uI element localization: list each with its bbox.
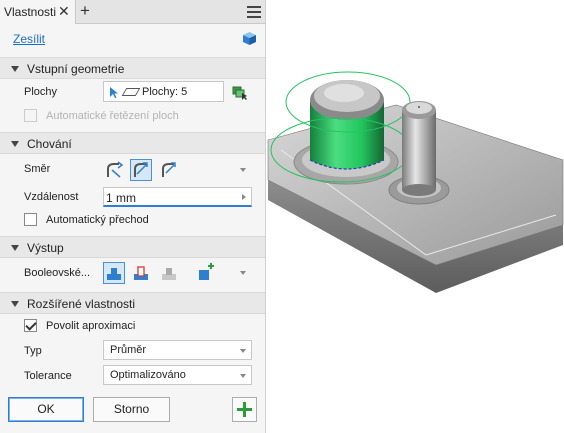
thicken-link[interactable]: Zesílit: [13, 32, 45, 46]
direction-flipped-button[interactable]: [130, 159, 152, 181]
new-solid-button[interactable]: [194, 262, 216, 284]
allow-approx-checkbox[interactable]: [24, 319, 37, 332]
plus-icon: [237, 402, 252, 417]
properties-panel: Vlastnosti ✕ + Zesílit Vstupní geometrie…: [0, 0, 266, 433]
distance-value: 1 mm: [106, 191, 136, 205]
type-dropdown[interactable]: Průměr: [103, 340, 252, 360]
faces-selector[interactable]: Plochy: 5: [103, 81, 224, 102]
chevron-down-icon: [240, 374, 246, 378]
hamburger-menu-icon[interactable]: [247, 6, 261, 18]
direction-symmetric-icon: [162, 162, 176, 177]
chain-select-icon[interactable]: [232, 84, 248, 100]
ok-button[interactable]: OK: [8, 397, 84, 422]
close-icon[interactable]: ✕: [58, 3, 70, 20]
faces-value: Plochy: 5: [142, 86, 188, 98]
part-model: [267, 71, 564, 293]
collapse-triangle-icon: [11, 141, 19, 147]
tolerance-dropdown[interactable]: Optimalizováno: [103, 365, 252, 385]
auto-chain-checkbox[interactable]: [24, 109, 37, 122]
tab-properties-label: Vlastnosti: [4, 5, 57, 19]
direction-label: Směr: [24, 163, 51, 175]
direction-dropdown-arrow-icon[interactable]: [240, 168, 246, 172]
direction-flipped-icon: [134, 162, 148, 177]
cursor-arrow-icon: [110, 87, 118, 98]
section-behavior[interactable]: Chování: [0, 132, 265, 154]
output-dropdown-arrow-icon[interactable]: [240, 271, 246, 275]
auto-blend-label: Automatický přechod: [46, 214, 149, 226]
join-icon: [107, 268, 121, 280]
direction-default-button[interactable]: [103, 159, 125, 181]
type-value: Průměr: [110, 344, 147, 356]
intersect-icon: [162, 268, 176, 280]
allow-approx-label: Povolit aproximaci: [46, 320, 136, 332]
section-advanced-title: Rozšířené vlastnosti: [27, 297, 136, 311]
chevron-down-icon: [240, 349, 246, 353]
add-tab-icon[interactable]: +: [80, 1, 90, 21]
auto-chain-label: Automatické řetězení ploch: [46, 110, 179, 122]
cut-icon: [134, 266, 148, 280]
collapse-triangle-icon: [11, 301, 19, 307]
panel-tab-bar: Vlastnosti ✕ +: [0, 0, 265, 24]
cube-icon[interactable]: [242, 31, 257, 46]
boolean-cut-button[interactable]: [130, 262, 152, 284]
boolean-join-button[interactable]: [103, 262, 125, 284]
section-output-title: Výstup: [27, 241, 64, 255]
boolean-label: Booleovské...: [24, 267, 91, 279]
distance-input[interactable]: 1 mm: [103, 187, 252, 207]
section-behavior-title: Chování: [27, 137, 72, 151]
section-advanced[interactable]: Rozšířené vlastnosti: [0, 292, 265, 314]
cancel-button[interactable]: Storno: [93, 397, 170, 422]
section-input-geometry[interactable]: Vstupní geometrie: [0, 57, 265, 79]
distance-menu-arrow-icon[interactable]: [242, 194, 246, 200]
face-icon: [121, 88, 141, 96]
direction-symmetric-button[interactable]: [158, 159, 180, 181]
new-solid-icon: [199, 263, 214, 280]
section-input-geometry-title: Vstupní geometrie: [27, 62, 125, 76]
collapse-triangle-icon: [11, 245, 19, 251]
distance-label: Vzdálenost: [24, 191, 79, 203]
direction-default-icon: [107, 161, 124, 178]
auto-blend-checkbox[interactable]: [24, 213, 37, 226]
model-viewport[interactable]: [266, 0, 564, 433]
add-button[interactable]: [232, 397, 257, 422]
tolerance-label: Tolerance: [24, 370, 72, 382]
type-label: Typ: [24, 345, 42, 357]
faces-label: Plochy: [24, 86, 58, 98]
section-output[interactable]: Výstup: [0, 236, 265, 258]
boolean-intersect-button[interactable]: [158, 262, 180, 284]
tolerance-value: Optimalizováno: [110, 369, 186, 381]
collapse-triangle-icon: [11, 66, 19, 72]
